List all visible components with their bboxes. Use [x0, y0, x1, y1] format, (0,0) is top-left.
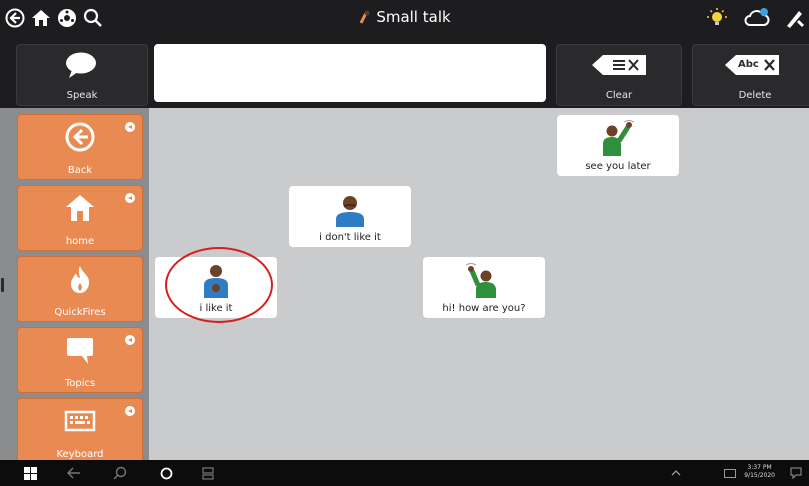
frowning-person-icon: [336, 196, 364, 227]
delete-button[interactable]: Abc Delete: [692, 44, 809, 106]
sidebar-item-topics[interactable]: Topics: [17, 327, 143, 393]
phrase-tile-hi-how-are-you[interactable]: hi! how are you?: [423, 257, 545, 318]
edit-tools-icon[interactable]: [784, 7, 806, 29]
phrase-tile-see-you-later[interactable]: see you later: [557, 115, 679, 176]
taskbar-back-icon[interactable]: [64, 465, 84, 481]
clear-label: Clear: [605, 90, 633, 101]
sidebar-item-quickfires[interactable]: QuickFires: [17, 256, 143, 322]
speak-label: Speak: [66, 90, 98, 101]
speak-button[interactable]: Speak: [16, 44, 148, 106]
link-indicator-icon: [125, 335, 135, 345]
clear-message-icon: [592, 55, 646, 75]
waving-hand-icon: [359, 10, 370, 24]
windows-taskbar: 3:37 PM 9/15/2020: [0, 460, 809, 486]
waving-person-icon: [603, 120, 635, 156]
highlight-circle-annotation: [165, 247, 273, 323]
phrase-label: see you later: [585, 161, 651, 172]
back-arrow-icon: [65, 122, 95, 152]
page-title: Small talk: [0, 8, 809, 26]
phrase-tile-dont-like-it[interactable]: i don't like it: [289, 186, 411, 247]
sidebar-item-back[interactable]: Back: [17, 114, 143, 180]
speech-bubble-icon: [66, 52, 96, 78]
lightbulb-icon[interactable]: [706, 7, 728, 29]
clock-date: 9/15/2020: [744, 472, 775, 479]
sidebar-drag-handle[interactable]: [1, 278, 4, 292]
sidebar-item-label: home: [65, 236, 95, 247]
sidebar-item-label: QuickFires: [54, 307, 106, 318]
speech-bubble-icon: [67, 338, 93, 364]
link-indicator-icon: [125, 193, 135, 203]
delete-word-icon-text: Abc: [738, 59, 759, 70]
greeting-person-icon: [465, 263, 496, 298]
task-view-icon[interactable]: [200, 465, 216, 481]
sidebar-item-keyboard[interactable]: Keyboard: [17, 398, 143, 464]
message-field[interactable]: [154, 44, 546, 102]
page-title-text: Small talk: [376, 8, 451, 26]
delete-label: Delete: [738, 90, 772, 101]
top-bar: Small talk: [0, 0, 809, 36]
keyboard-icon: [64, 410, 96, 432]
delete-word-icon: Abc: [724, 54, 780, 76]
tray-chevron-up-icon[interactable]: [668, 465, 684, 481]
link-indicator-icon: [125, 122, 135, 132]
home-icon: [66, 195, 94, 221]
sidebar-item-label: Topics: [64, 378, 96, 389]
keyboard-tray-icon[interactable]: [722, 465, 738, 481]
cortana-icon[interactable]: [158, 465, 174, 481]
link-indicator-icon: [125, 406, 135, 416]
clock-time: 3:37 PM: [747, 464, 772, 471]
notifications-icon[interactable]: [788, 465, 804, 481]
phrase-label: i don't like it: [319, 232, 381, 243]
sidebar-item-label: Keyboard: [56, 449, 104, 460]
clear-button[interactable]: Clear: [556, 44, 682, 106]
cloud-sync-icon[interactable]: [744, 7, 770, 29]
sidebar-item-home[interactable]: home: [17, 185, 143, 251]
fire-icon: [71, 266, 90, 293]
taskbar-clock[interactable]: 3:37 PM 9/15/2020: [744, 464, 775, 480]
windows-start-icon[interactable]: [22, 465, 38, 481]
phrase-label: hi! how are you?: [442, 303, 526, 314]
sidebar-item-label: Back: [67, 165, 93, 176]
taskbar-search-icon[interactable]: [110, 465, 130, 481]
